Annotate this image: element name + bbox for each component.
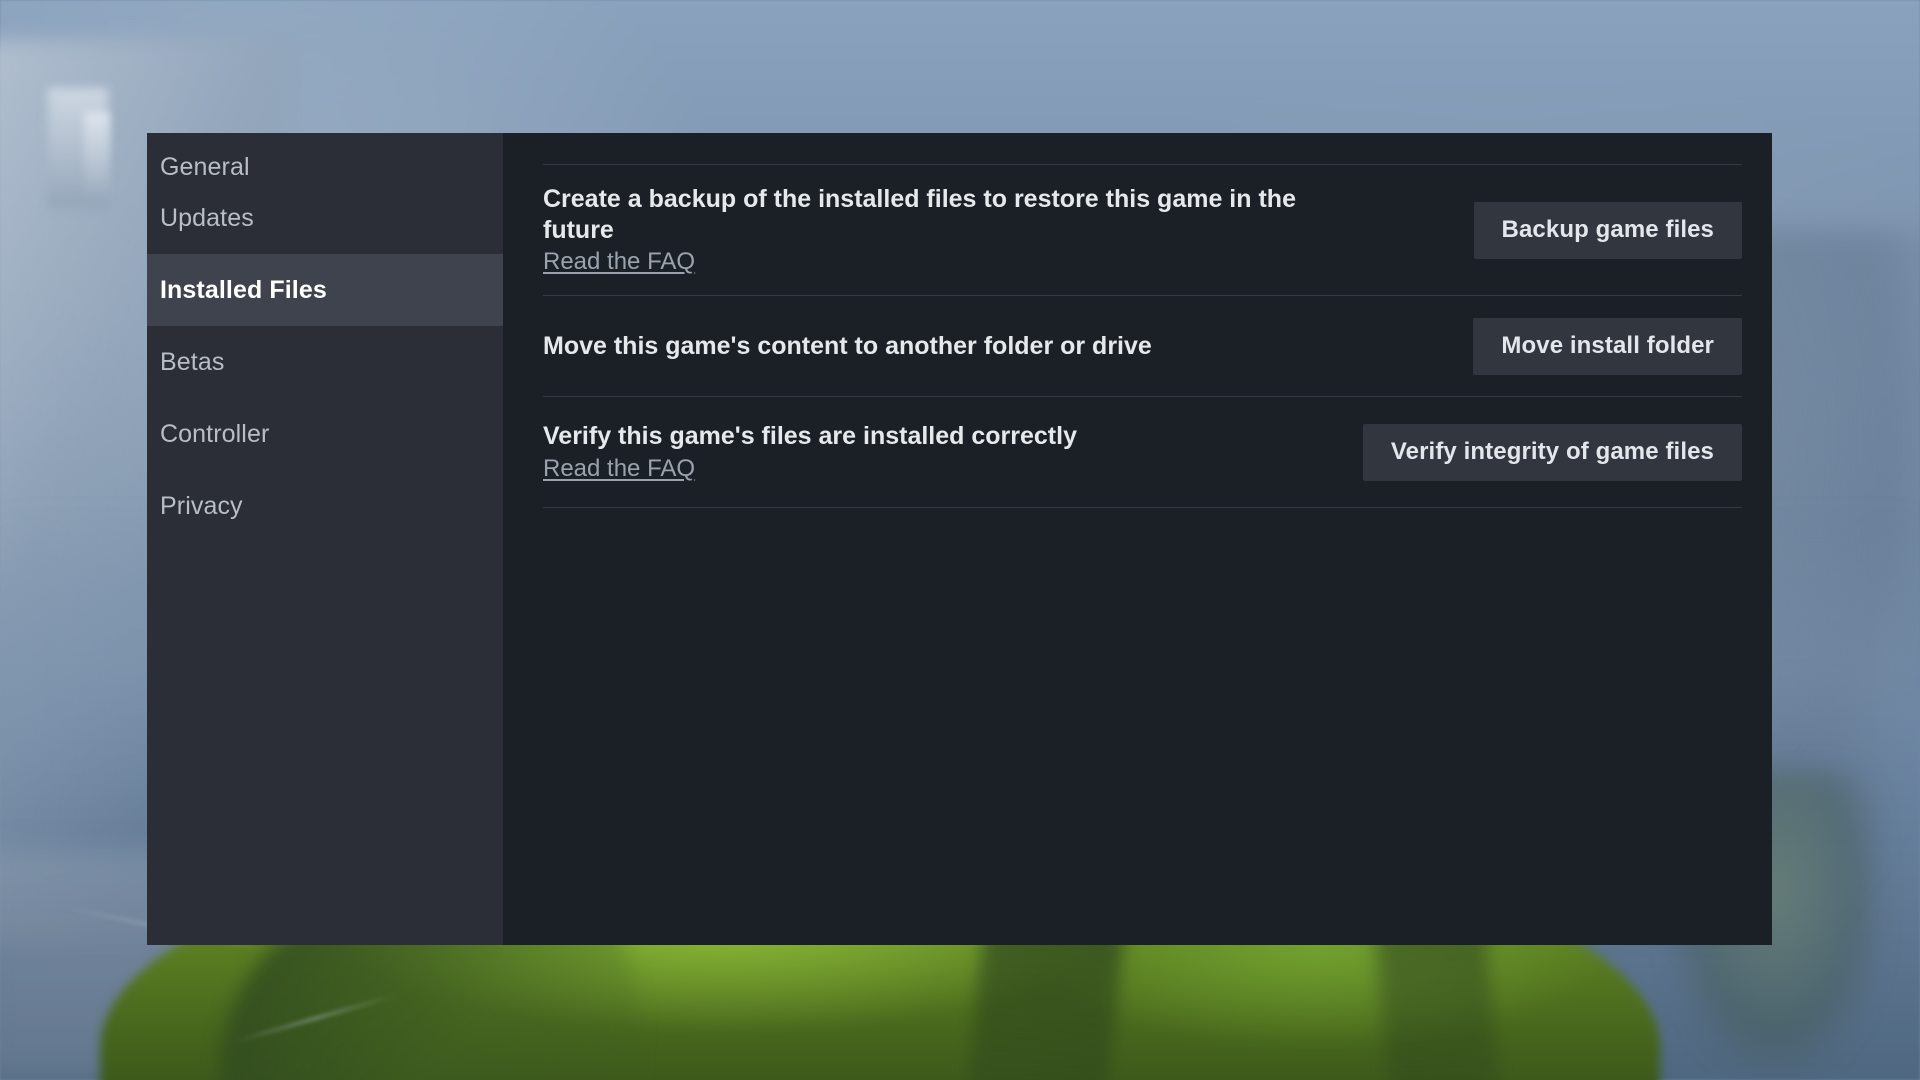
verify-integrity-of-game-files-button[interactable]: Verify integrity of game files [1362,423,1742,481]
game-properties-dialog: General Updates Installed Files Betas Co… [147,133,1772,945]
sidebar-item-updates[interactable]: Updates [147,182,503,254]
sidebar-item-label: Updates [160,203,254,232]
sidebar-item-controller[interactable]: Controller [147,398,503,470]
sidebar-item-label: Privacy [160,491,243,520]
sidebar-item-privacy[interactable]: Privacy [147,470,503,542]
sidebar-item-installed-files[interactable]: Installed Files [147,254,503,326]
sidebar-item-general[interactable]: General [147,133,503,182]
backup-row-action: Backup game files [1473,201,1742,259]
ruined-tower-secondary [84,112,110,202]
sidebar-item-label: General [160,153,250,181]
move-row-title: Move this game's content to another fold… [543,331,1152,360]
move-row-text: Move this game's content to another fold… [543,331,1473,362]
verify-row-title: Verify this game's files are installed c… [543,422,1077,451]
sidebar-item-label: Controller [160,419,270,448]
divider-bottom [543,507,1742,508]
sidebar-item-label: Installed Files [160,275,327,304]
verify-row-action: Verify integrity of game files [1362,423,1742,481]
verify-integrity-row: Verify this game's files are installed c… [543,397,1742,507]
move-install-folder-row: Move this game's content to another fold… [543,296,1742,396]
properties-sidebar: General Updates Installed Files Betas Co… [147,133,503,945]
backup-row-title: Create a backup of the installed files t… [543,185,1296,244]
backup-game-files-button[interactable]: Backup game files [1473,201,1742,259]
move-row-action: Move install folder [1473,317,1742,375]
verify-row-text: Verify this game's files are installed c… [543,421,1363,483]
installed-files-panel: Create a backup of the installed files t… [503,133,1772,945]
backup-read-the-faq-link[interactable]: Read the FAQ [543,248,695,276]
sidebar-item-betas[interactable]: Betas [147,326,503,398]
move-install-folder-button[interactable]: Move install folder [1473,317,1742,375]
sidebar-item-label: Betas [160,347,225,376]
verify-read-the-faq-link[interactable]: Read the FAQ [543,455,695,483]
backup-game-files-row: Create a backup of the installed files t… [543,165,1742,295]
backup-row-text: Create a backup of the installed files t… [543,184,1474,276]
